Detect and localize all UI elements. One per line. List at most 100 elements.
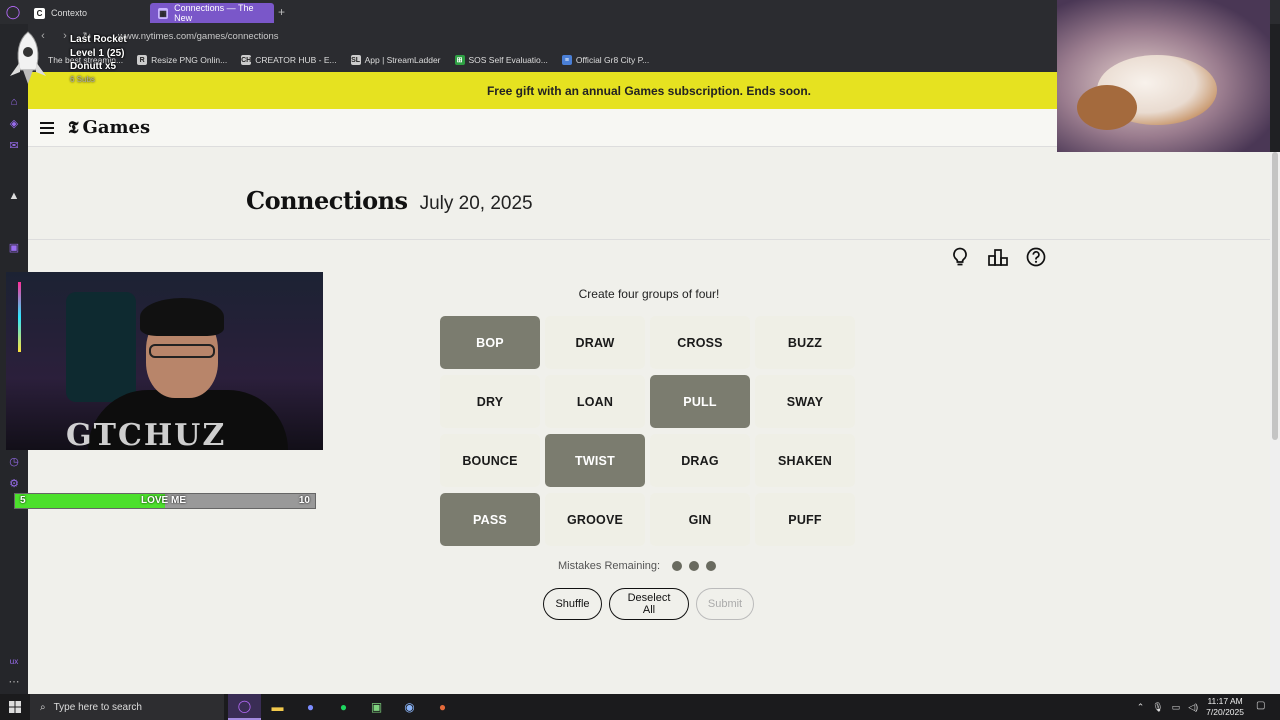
help-icon[interactable] — [1025, 246, 1047, 268]
subs-label: 6 Subs — [70, 75, 95, 84]
bookmark-gr8-city[interactable]: ≡ Official Gr8 City P... — [561, 55, 649, 65]
bookmark-resize-png[interactable]: R Resize PNG Onlin... — [137, 55, 227, 65]
tab-label: Connections — The New — [174, 3, 254, 23]
sidebar-history-icon[interactable]: ◷ — [6, 454, 22, 470]
hype-bar: 5 LOVE ME 10 — [14, 493, 316, 509]
microphone-icon[interactable]: 🎙 — [1152, 702, 1163, 713]
bookmark-streamladder[interactable]: SL App | StreamLadder — [350, 55, 441, 65]
mistake-dots — [672, 561, 717, 571]
sidebar-more-icon[interactable]: ⋯ — [6, 674, 22, 690]
new-tab-button[interactable]: + — [278, 5, 285, 19]
word-tile[interactable]: PULL — [650, 375, 750, 428]
connections-favicon-icon: ▦ — [158, 7, 169, 19]
nyt-games-logo[interactable]: 𝕿 Games — [68, 117, 150, 138]
word-tile[interactable]: PASS — [440, 493, 540, 546]
search-input: Type here to search — [53, 701, 142, 713]
rocket-icon — [10, 31, 46, 84]
streamer-webcam: GTCHUZ — [6, 272, 323, 450]
sidebar-settings-icon[interactable]: ⚙ — [6, 476, 22, 492]
taskbar-apps: ◯ ▬ ● ● ▣ ◉ ● — [228, 694, 459, 720]
contexto-favicon-icon: C — [34, 7, 45, 19]
scroll-thumb[interactable] — [1272, 152, 1278, 440]
word-tile[interactable]: BOP — [440, 316, 540, 369]
gaming-chair — [66, 292, 136, 402]
cat-patch — [1077, 85, 1137, 130]
glasses — [149, 344, 215, 358]
shuffle-button[interactable]: Shuffle — [543, 588, 602, 620]
hype-start: 5 — [20, 495, 26, 506]
leaderboard-icon[interactable] — [987, 246, 1009, 268]
notification-icon[interactable]: ▢ — [1256, 700, 1270, 714]
word-grid: BOP DRAW CROSS BUZZ DRY LOAN PULL SWAY B… — [440, 316, 860, 546]
toolbar — [949, 246, 1047, 268]
page-title: Connections — [246, 186, 408, 215]
word-tile[interactable]: DRY — [440, 375, 540, 428]
xbox-icon[interactable]: ▣ — [360, 694, 393, 720]
cat-webcam — [1057, 0, 1270, 152]
game-controls: Shuffle Deselect All Submit — [543, 588, 754, 620]
streamladder-favicon-icon: SL — [350, 55, 361, 65]
file-explorer-icon[interactable]: ▬ — [261, 694, 294, 720]
address-bar: ‹ › ↻ www.nytimes.com/games/connections — [28, 24, 1058, 48]
sidebar-messenger-icon[interactable]: ✉ — [6, 138, 22, 154]
sidebar-app-icon[interactable]: ⌂ — [6, 94, 22, 110]
sidebar-app-icon[interactable]: ▲ — [6, 188, 22, 204]
donut-label: Donutt x5 — [70, 61, 117, 72]
discord-icon[interactable]: ● — [294, 694, 327, 720]
system-tray: ⌃ 🎙 ▭ ◁) 11:17 AM 7/20/2025 — [1137, 694, 1244, 720]
submit-button[interactable]: Submit — [696, 588, 754, 620]
chevron-up-icon[interactable]: ⌃ — [1137, 702, 1145, 713]
mistakes-label: Mistakes Remaining: — [558, 560, 661, 572]
page-scrollbar[interactable] — [1270, 152, 1280, 694]
bookmarks-bar: The best streamin... R Resize PNG Onlin..… — [28, 48, 1058, 72]
word-tile[interactable]: BOUNCE — [440, 434, 540, 487]
word-tile[interactable]: SWAY — [755, 375, 855, 428]
level-label: Level 1 (25) — [70, 48, 125, 59]
app-icon[interactable]: ● — [426, 694, 459, 720]
sidebar-twitch-icon[interactable]: ▣ — [6, 240, 22, 256]
sidebar-app-icon[interactable]: ◈ — [6, 116, 22, 132]
word-tile[interactable]: BUZZ — [755, 316, 855, 369]
menu-icon[interactable] — [40, 121, 54, 134]
word-tile[interactable]: GIN — [650, 493, 750, 546]
url-field[interactable]: www.nytimes.com/games/connections — [118, 31, 279, 42]
spotify-icon[interactable]: ● — [327, 694, 360, 720]
stream-logo: GTCHUZ — [66, 418, 227, 450]
word-tile[interactable]: DRAW — [545, 316, 645, 369]
resize-favicon-icon: R — [137, 55, 148, 65]
bookmark-sos[interactable]: ⊞ SOS Self Evaluatio... — [454, 55, 548, 65]
doc-favicon-icon: ≡ — [561, 55, 572, 65]
sidebar-app-icon[interactable]: ux — [6, 654, 22, 670]
network-icon[interactable]: ▭ — [1172, 702, 1181, 713]
word-tile[interactable]: PUFF — [755, 493, 855, 546]
puzzle-title-row: Connections July 20, 2025 — [246, 186, 533, 215]
windows-taskbar: ⌕ Type here to search ◯ ▬ ● ● ▣ ◉ ● ⌃ 🎙 … — [0, 694, 1280, 720]
last-rocket-label: Last Rocket — [70, 34, 127, 45]
mistake-dot — [706, 561, 717, 571]
word-tile[interactable]: LOAN — [545, 375, 645, 428]
volume-icon[interactable]: ◁) — [1188, 702, 1198, 713]
deselect-all-button[interactable]: Deselect All — [609, 588, 689, 620]
word-tile[interactable]: CROSS — [650, 316, 750, 369]
hype-goal: 10 — [298, 495, 310, 506]
tab-label: Contexto — [51, 8, 88, 18]
tab-contexto[interactable]: C Contexto — [26, 3, 150, 23]
word-tile[interactable]: TWIST — [545, 434, 645, 487]
word-tile[interactable]: DRAG — [650, 434, 750, 487]
search-icon: ⌕ — [40, 701, 46, 713]
tab-connections[interactable]: ▦ Connections — The New — [150, 3, 274, 23]
bookmark-creator-hub[interactable]: CH CREATOR HUB - E... — [241, 55, 337, 65]
steam-icon[interactable]: ◉ — [393, 694, 426, 720]
taskbar-search[interactable]: ⌕ Type here to search — [30, 694, 224, 720]
mistake-dot — [689, 561, 700, 571]
hint-lightbulb-icon[interactable] — [949, 246, 971, 268]
windows-start-icon[interactable] — [0, 694, 30, 720]
nyt-t-logo-icon: 𝕿 — [68, 117, 79, 137]
opera-logo-icon[interactable]: ◯ — [0, 0, 26, 24]
clock[interactable]: 11:17 AM 7/20/2025 — [1206, 696, 1244, 718]
streamer-hair — [140, 298, 224, 336]
word-tile[interactable]: SHAKEN — [755, 434, 855, 487]
word-tile[interactable]: GROOVE — [545, 493, 645, 546]
mistakes-remaining: Mistakes Remaining: — [558, 560, 717, 572]
opera-taskbar-icon[interactable]: ◯ — [228, 694, 261, 720]
